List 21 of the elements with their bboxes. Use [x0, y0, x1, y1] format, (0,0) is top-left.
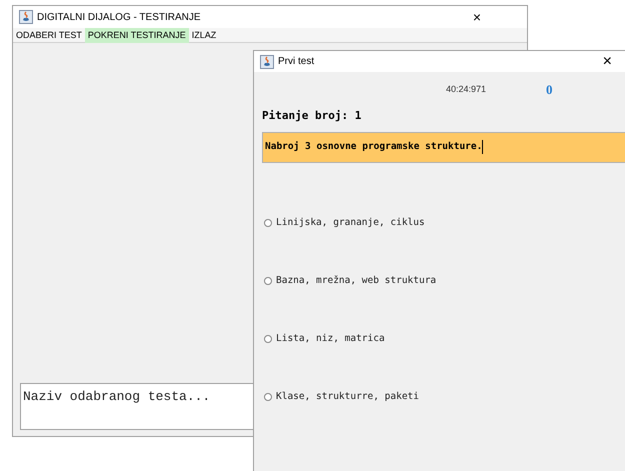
java-icon [19, 10, 33, 24]
question-field[interactable]: Nabroj 3 osnovne programske strukture. [262, 132, 625, 162]
menu-item[interactable]: POKRENI TESTIRANJE [84, 28, 189, 42]
menu-item[interactable]: ODABERI TEST [13, 28, 85, 42]
window-title: DIGITALNI DIJALOG - TESTIRANJE [37, 10, 201, 24]
close-button[interactable]: × [602, 54, 612, 70]
radio-icon[interactable] [264, 335, 272, 343]
radio-icon[interactable] [264, 277, 272, 285]
java-icon [260, 54, 274, 68]
radio-icon[interactable] [264, 393, 272, 401]
answer-radio[interactable]: Bazna, mrežna, web struktura [264, 274, 436, 288]
answer-radio[interactable]: Linijska, grananje, ciklus [264, 216, 425, 230]
answer-radio[interactable]: Lista, niz, matrica [264, 332, 385, 346]
menu-item[interactable]: IZLAZ [188, 28, 220, 42]
timer: 40:24:971 [446, 83, 486, 96]
question-number: Pitanje broj: 1 [262, 108, 362, 124]
answer-radio[interactable]: Klase, strukturre, paketi [264, 390, 419, 404]
close-button[interactable]: × [464, 10, 489, 24]
radio-icon[interactable] [264, 219, 272, 227]
score: 0 [546, 81, 553, 100]
dialog-title: Prvi test [278, 55, 314, 69]
